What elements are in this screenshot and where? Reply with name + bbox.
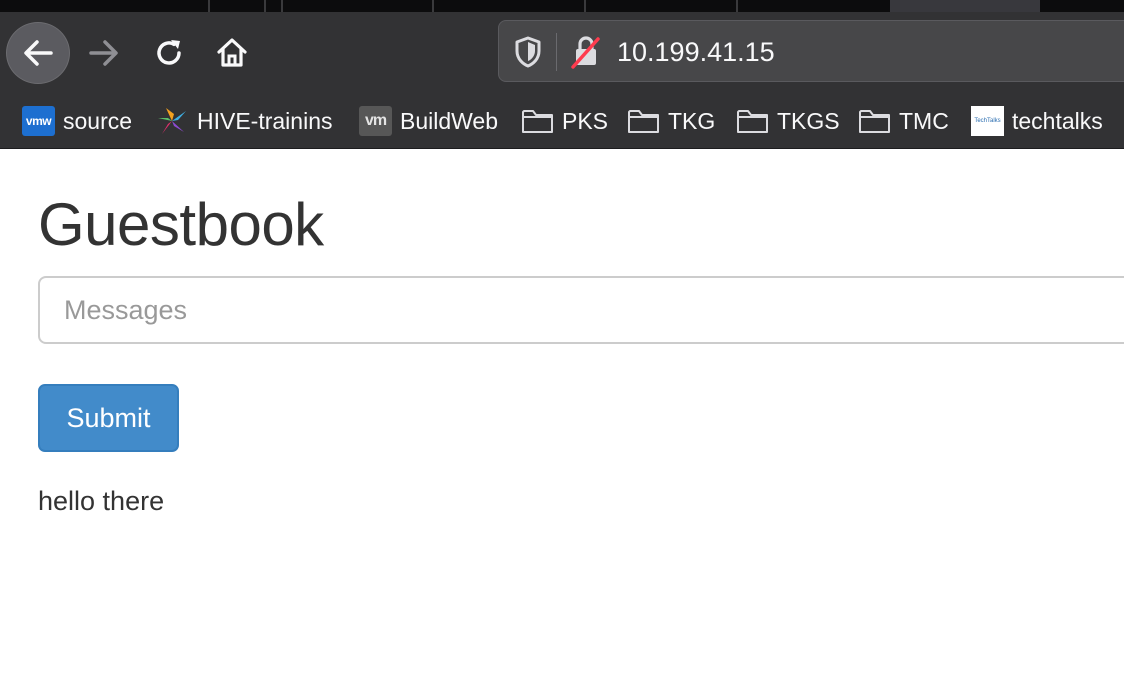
tab-separator: [584, 0, 586, 12]
submit-button[interactable]: Submit: [38, 384, 179, 452]
reload-icon: [157, 40, 181, 65]
reload-button[interactable]: [145, 24, 193, 82]
folder-icon: [858, 106, 891, 136]
bookmark-label: techtalks: [1012, 107, 1103, 134]
bookmark-folder-tkgs[interactable]: TKGS: [736, 104, 840, 138]
bookmark-folder-tmc[interactable]: TMC: [858, 104, 949, 138]
vm-icon: vm: [359, 106, 392, 136]
arrow-left-icon: [24, 40, 53, 66]
tab-separator: [736, 0, 738, 12]
active-tab[interactable]: [890, 0, 1040, 12]
bookmark-label: TKG: [668, 107, 716, 134]
tab-separator: [208, 0, 210, 12]
forward-button[interactable]: [80, 24, 128, 82]
bookmarks-toolbar: vmw source HIVE-trainins vm BuildWeb PKS…: [0, 94, 1124, 149]
arrow-right-icon: [89, 40, 118, 66]
bookmark-techtalks[interactable]: TechTalks techtalks: [971, 104, 1103, 138]
home-button[interactable]: [208, 24, 256, 82]
bookmark-buildweb[interactable]: vm BuildWeb: [359, 104, 498, 138]
tab-separator: [432, 0, 434, 12]
message-input[interactable]: [38, 276, 1124, 344]
address-bar[interactable]: 10.199.41.15: [498, 20, 1124, 82]
folder-icon: [736, 106, 769, 136]
navigation-toolbar: 10.199.41.15: [0, 12, 1124, 94]
back-button[interactable]: [6, 22, 70, 84]
url-text[interactable]: 10.199.41.15: [617, 35, 775, 69]
tab-separator: [264, 0, 266, 12]
hive-icon: [156, 106, 189, 136]
techtalks-icon: TechTalks: [971, 106, 1004, 136]
bookmark-hive-trainins[interactable]: HIVE-trainins: [156, 104, 332, 138]
tab-strip: [0, 0, 1124, 12]
bookmark-source[interactable]: vmw source: [22, 104, 132, 138]
bookmark-label: TMC: [899, 107, 949, 134]
bookmark-folder-pks[interactable]: PKS: [521, 104, 608, 138]
bookmark-label: TKGS: [777, 107, 840, 134]
vmw-icon: vmw: [22, 106, 55, 136]
bookmark-label: source: [63, 107, 133, 134]
home-icon: [217, 38, 247, 67]
tracking-protection-shield-icon[interactable]: [513, 35, 543, 69]
bookmark-label: PKS: [562, 107, 609, 134]
folder-icon: [521, 106, 554, 136]
tab-separator: [281, 0, 283, 12]
bookmark-label: BuildWeb: [400, 107, 499, 134]
bookmark-folder-tkg[interactable]: TKG: [627, 104, 715, 138]
address-bar-divider: [556, 33, 557, 71]
page-title: Guestbook: [38, 191, 324, 258]
folder-icon: [627, 106, 660, 136]
insecure-lock-icon[interactable]: [571, 33, 601, 71]
bookmark-label: HIVE-trainins: [197, 107, 333, 134]
guestbook-entry: hello there: [38, 486, 165, 516]
